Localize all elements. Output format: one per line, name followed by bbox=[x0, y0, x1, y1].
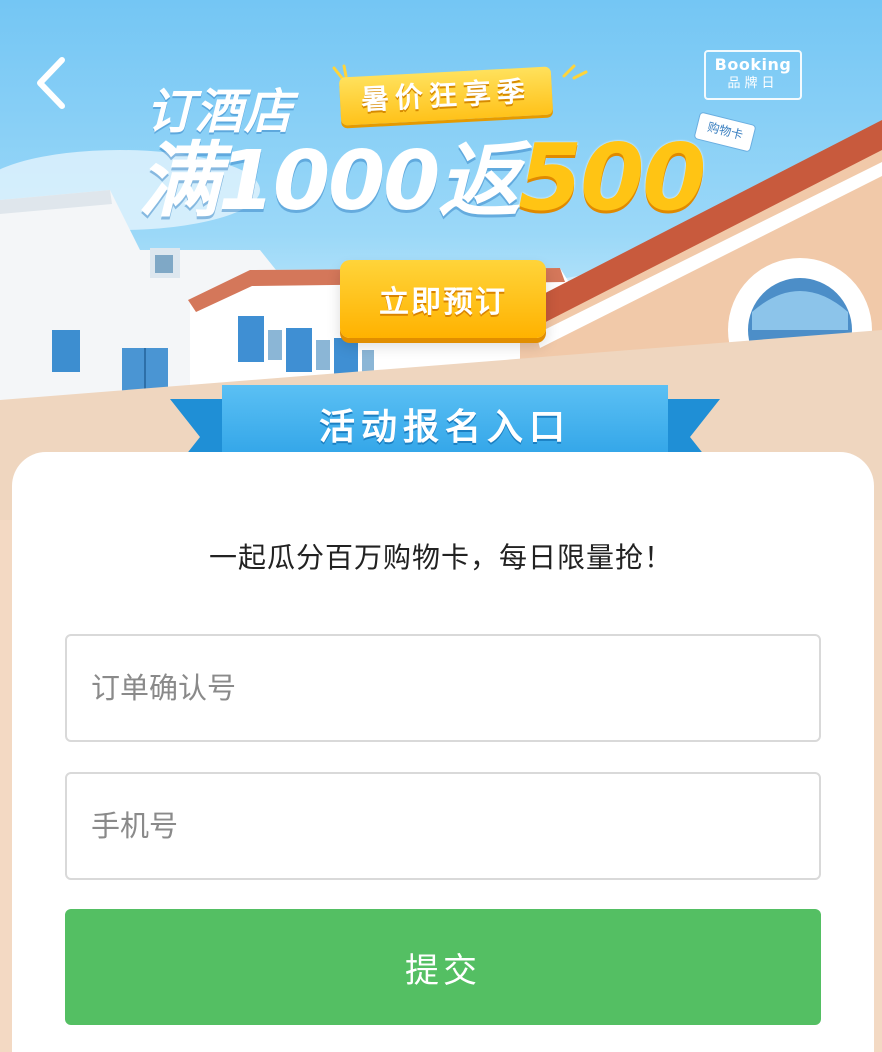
slogan-text: 一起瓜分百万购物卡，每日限量抢！ bbox=[208, 541, 673, 574]
book-now-button[interactable]: 立即预订 bbox=[340, 260, 546, 338]
brand-badge: Booking 品牌日 bbox=[704, 50, 802, 100]
back-button[interactable] bbox=[26, 52, 82, 114]
sparkle-icon bbox=[562, 64, 588, 80]
hero-offer-amount: 500 bbox=[518, 124, 706, 231]
hero-offer-text: 满1000返 bbox=[138, 134, 520, 229]
page: Booking 品牌日 订酒店 暑价狂享季 满1000返500 购物卡 立即预订… bbox=[0, 0, 882, 1052]
chevron-left-icon bbox=[37, 57, 65, 109]
hero-offer: 满1000返500 bbox=[138, 128, 706, 232]
brand-badge-subtitle: 品牌日 bbox=[727, 76, 779, 91]
submit-button[interactable]: 提交 bbox=[65, 909, 821, 1025]
phone-input[interactable] bbox=[65, 772, 821, 880]
brand-badge-name: Booking bbox=[714, 55, 792, 74]
order-number-input[interactable] bbox=[65, 634, 821, 742]
